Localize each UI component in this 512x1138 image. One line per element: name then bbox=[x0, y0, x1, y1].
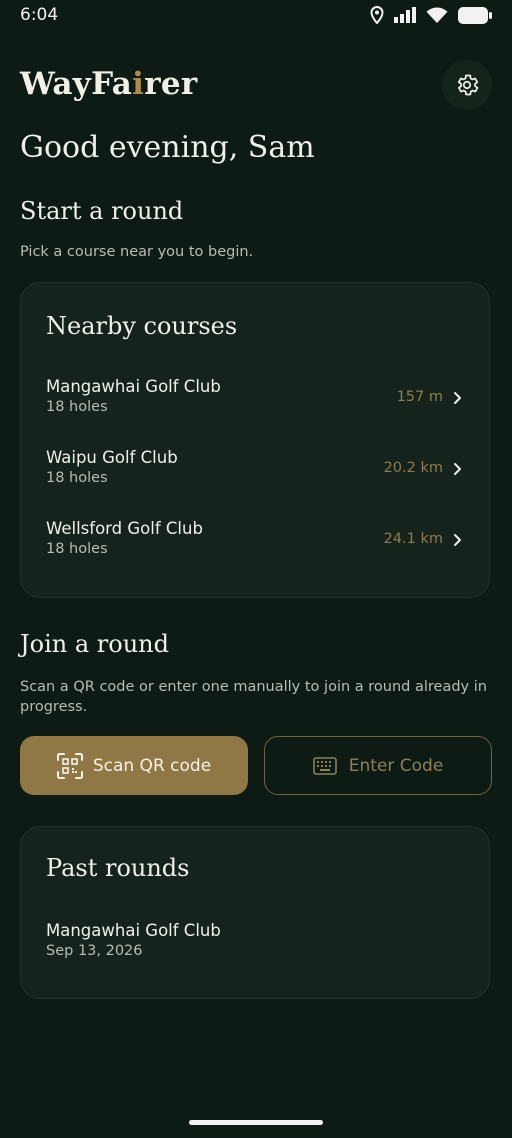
qr-scan-icon bbox=[56, 752, 83, 779]
chevron-right-icon bbox=[454, 534, 461, 546]
past-round-date: Sep 13, 2026 bbox=[46, 943, 143, 959]
past-rounds-title: Past rounds bbox=[46, 854, 190, 882]
course-item[interactable]: Mangawhai Golf Club 18 holes 157 m bbox=[21, 377, 491, 427]
chevron-right-icon bbox=[454, 392, 461, 404]
nearby-courses-card: Nearby courses Mangawhai Golf Club 18 ho… bbox=[20, 282, 490, 598]
settings-button[interactable] bbox=[442, 60, 492, 110]
course-name: Mangawhai Golf Club bbox=[46, 377, 221, 396]
location-icon bbox=[370, 6, 384, 24]
course-holes: 18 holes bbox=[46, 541, 108, 557]
join-round-subtitle: Scan a QR code or enter one manually to … bbox=[20, 679, 487, 715]
scan-qr-button[interactable]: Scan QR code bbox=[20, 736, 248, 795]
status-time: 6:04 bbox=[20, 5, 59, 25]
gear-icon bbox=[457, 74, 479, 96]
course-distance: 20.2 km bbox=[383, 460, 443, 476]
status-bar: 6:04 bbox=[0, 0, 512, 30]
course-item[interactable]: Waipu Golf Club 18 holes 20.2 km bbox=[21, 448, 491, 498]
scan-qr-label: Scan QR code bbox=[92, 755, 212, 776]
past-rounds-card: Past rounds Mangawhai Golf Club Sep 13, … bbox=[20, 826, 490, 999]
home-indicator[interactable] bbox=[189, 1120, 323, 1125]
start-round-subtitle: Pick a course near you to begin. bbox=[20, 244, 254, 260]
course-item[interactable]: Wellsford Golf Club 18 holes 24.1 km bbox=[21, 519, 491, 569]
logo-text-suffix: rer bbox=[144, 66, 198, 102]
nearby-courses-title: Nearby courses bbox=[46, 312, 238, 340]
course-distance: 157 m bbox=[396, 389, 443, 405]
join-round-heading: Join a round bbox=[20, 630, 169, 658]
course-holes: 18 holes bbox=[46, 399, 108, 415]
app-logo: WayFairer bbox=[20, 66, 198, 102]
course-distance: 24.1 km bbox=[383, 531, 443, 547]
status-icons bbox=[370, 6, 492, 24]
logo-text-prefix: WayFa bbox=[20, 66, 133, 102]
wifi-icon bbox=[426, 7, 448, 23]
past-round-course[interactable]: Mangawhai Golf Club bbox=[46, 921, 221, 940]
keyboard-icon bbox=[312, 756, 337, 775]
course-holes: 18 holes bbox=[46, 470, 108, 486]
enter-code-button[interactable]: Enter Code bbox=[264, 736, 492, 795]
greeting-title: Good evening, Sam bbox=[20, 130, 315, 165]
course-name: Wellsford Golf Club bbox=[46, 519, 203, 538]
start-round-heading: Start a round bbox=[20, 197, 184, 225]
signal-icon bbox=[394, 7, 416, 23]
enter-code-label: Enter Code bbox=[348, 755, 444, 776]
chevron-right-icon bbox=[454, 463, 461, 475]
battery-icon bbox=[458, 6, 492, 24]
course-name: Waipu Golf Club bbox=[46, 448, 178, 467]
logo-text-accent: i bbox=[132, 66, 145, 102]
